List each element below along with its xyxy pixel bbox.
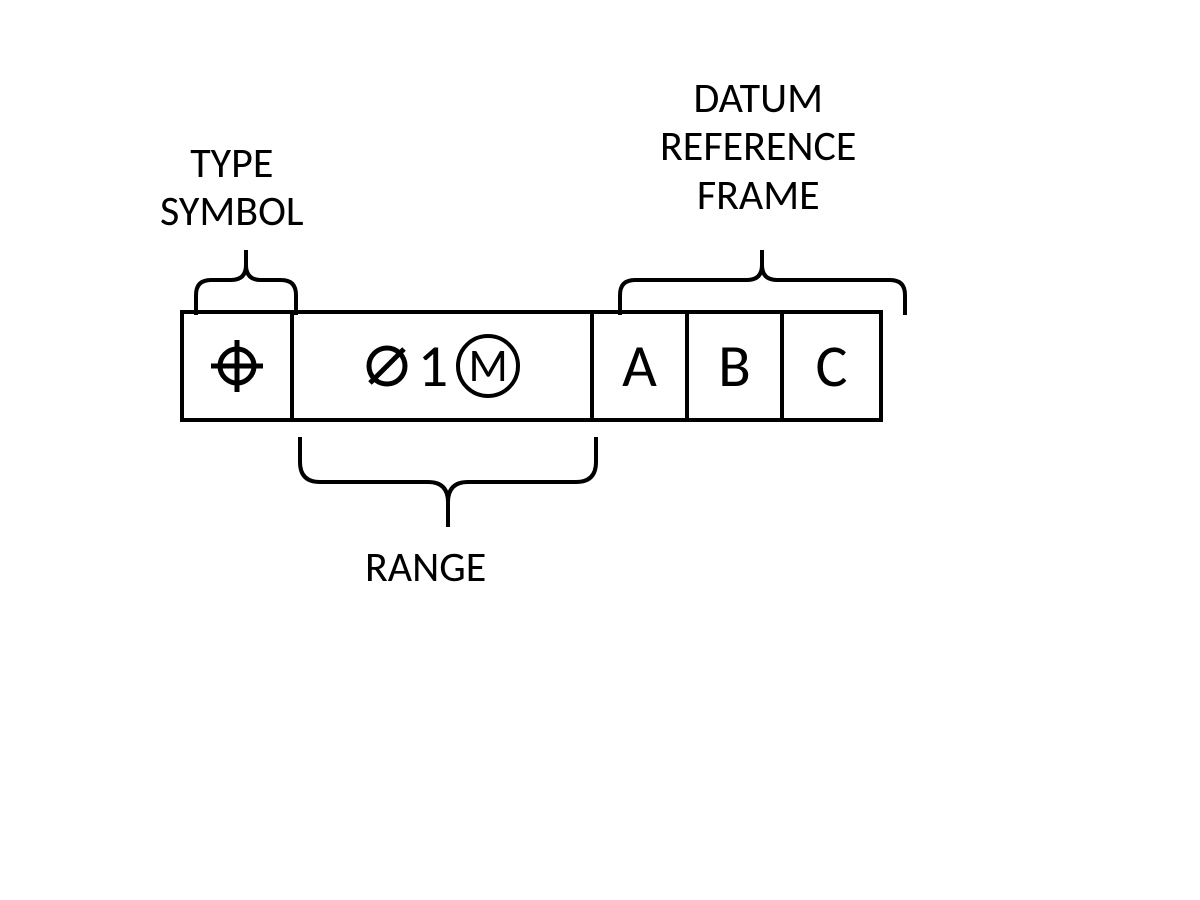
brace-top-datum bbox=[615, 245, 910, 320]
diameter-icon bbox=[364, 343, 410, 389]
type-symbol-label-line1: TYPE bbox=[160, 140, 304, 188]
type-symbol-label: TYPE SYMBOL bbox=[160, 140, 304, 237]
top-labels: TYPE SYMBOL DATUM REFERENCE FRAME bbox=[180, 110, 883, 310]
bottom-labels: RANGE bbox=[180, 422, 883, 622]
type-symbol-label-line2: SYMBOL bbox=[160, 188, 304, 236]
datum-c-cell: C bbox=[784, 314, 879, 418]
datum-frame-label-line1: DATUM bbox=[660, 75, 856, 123]
feature-control-frame: 1 M A B C bbox=[180, 310, 883, 422]
brace-top-type bbox=[191, 245, 301, 320]
datum-frame-label-line2: REFERENCE bbox=[660, 123, 856, 171]
position-icon bbox=[209, 338, 265, 394]
type-symbol-cell bbox=[184, 314, 294, 418]
mmc-modifier: M bbox=[456, 334, 520, 398]
brace-bottom-range bbox=[295, 432, 601, 532]
datum-frame-label-line3: FRAME bbox=[660, 172, 856, 220]
range-value: 1 bbox=[418, 330, 448, 403]
fcf-diagram: TYPE SYMBOL DATUM REFERENCE FRAME bbox=[180, 110, 883, 622]
datum-frame-label: DATUM REFERENCE FRAME bbox=[660, 75, 856, 220]
range-cell: 1 M bbox=[294, 314, 594, 418]
datum-b-cell: B bbox=[689, 314, 784, 418]
datum-a-cell: A bbox=[594, 314, 689, 418]
range-label: RANGE bbox=[365, 542, 486, 593]
